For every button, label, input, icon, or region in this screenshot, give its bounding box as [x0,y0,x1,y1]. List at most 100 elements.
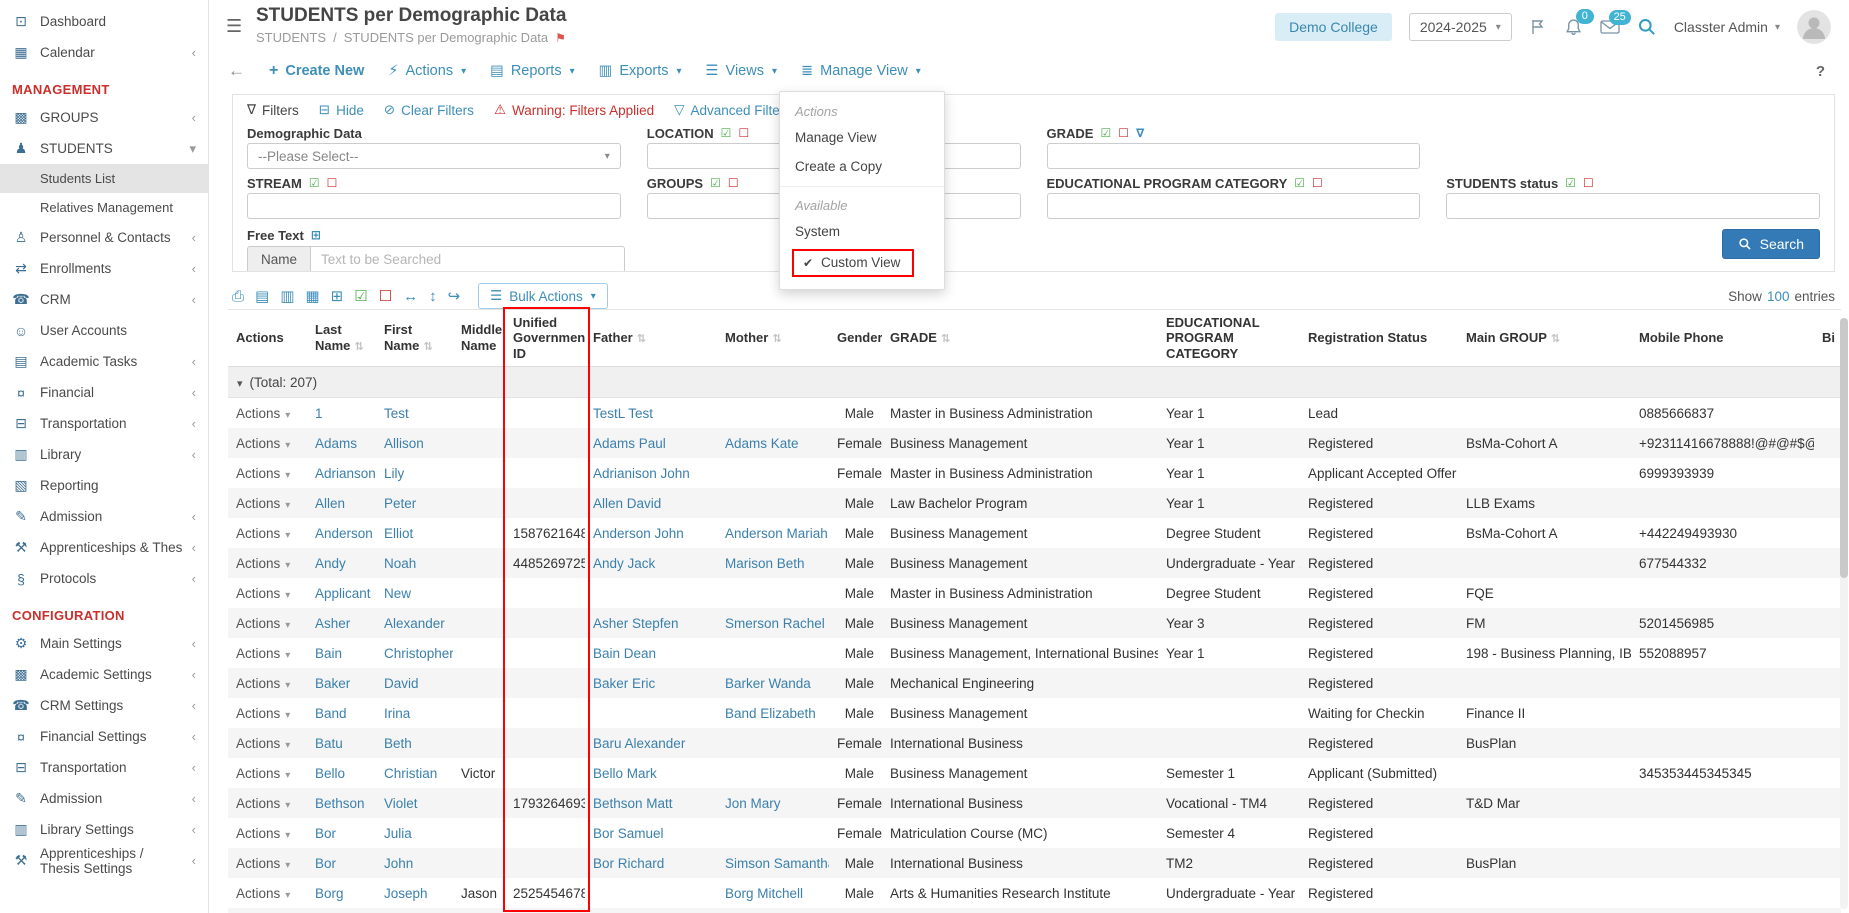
row-actions-button[interactable]: Actions▾ [228,428,307,458]
sidebar-item[interactable]: § Protocols ‹ [0,563,208,594]
row-actions-button[interactable]: Actions▾ [228,548,307,578]
sidebar-item[interactable]: ▧ Reporting [0,470,208,501]
sort-icon[interactable]: ⇅ [637,333,646,345]
column-header[interactable]: Gender⇅ [829,310,882,367]
last-name-link[interactable]: Bor [307,848,376,878]
mother-link[interactable]: Borg Mitchell [717,878,829,908]
mother-link[interactable] [717,818,829,848]
father-link[interactable]: Anderson John [585,518,717,548]
include-filter-icon[interactable]: ☑ [1100,126,1111,140]
select-all-icon[interactable]: ☑ [354,287,367,305]
exclude-filter-icon[interactable]: ☐ [728,176,739,190]
bulk-actions-button[interactable]: ☰ Bulk Actions ▾ [478,283,608,309]
mother-link[interactable]: Simson Samantha [717,848,829,878]
sidebar-item[interactable]: ⚒ Apprenticeships / Thesis Settings ‹ [0,845,208,876]
mother-link[interactable]: Band Elizabeth [717,698,829,728]
export-icon[interactable]: ↪ [448,287,461,305]
column-header[interactable]: EDUCATIONAL PROGRAM CATEGORY⇅ [1158,310,1300,367]
row-actions-button[interactable]: Actions▾ [228,638,307,668]
views-menu-button[interactable]: ☰ Views ▾ [706,63,777,79]
grade-input[interactable] [1047,143,1421,169]
first-name-link[interactable]: John [376,848,453,878]
row-actions-button[interactable]: Actions▾ [228,398,307,429]
sidebar-item[interactable]: ⊡ Dashboard [0,6,208,37]
row-actions-button[interactable]: Actions▾ [228,488,307,518]
father-link[interactable] [585,578,717,608]
fit-icon[interactable]: ↕ [429,288,437,305]
father-link[interactable]: Bain Dean [585,638,717,668]
exclude-filter-icon[interactable]: ☐ [327,176,338,190]
group-total-row[interactable]: ▾(Total: 207) [228,367,1841,398]
sidebar-item[interactable]: ⚒ Apprenticeships & Thesis ‹ [0,532,208,563]
sidebar-item[interactable]: ✎ Admission ‹ [0,783,208,814]
sidebar-item[interactable]: MANAGEMENT [0,68,208,102]
last-name-link[interactable]: Band [307,698,376,728]
first-name-link[interactable]: Allison [376,428,453,458]
column-header[interactable]: Actions⇅ [228,310,307,367]
print-icon[interactable]: ⎙ [232,288,244,305]
column-header[interactable]: Last Name⇅ [307,310,376,367]
expand-icon[interactable]: ↔ [403,288,418,305]
sidebar-item[interactable]: CONFIGURATION [0,594,208,628]
row-actions-button[interactable]: Actions▾ [228,518,307,548]
father-link[interactable]: Baru Alexander [585,728,717,758]
messages-envelope-icon[interactable]: 25 [1600,19,1620,35]
column-header[interactable]: Unified Government ID⇅ [505,310,585,367]
include-filter-icon[interactable]: ☑ [710,176,721,190]
last-name-link[interactable]: Asher [307,608,376,638]
mother-link[interactable]: Marison Beth [717,548,829,578]
row-actions-button[interactable]: Actions▾ [228,578,307,608]
last-name-link[interactable]: Bovin [307,908,376,913]
sidebar-item[interactable]: ▦ Calendar ‹ [0,37,208,68]
last-name-link[interactable]: Bain [307,638,376,668]
mother-link[interactable] [717,578,829,608]
sidebar-item[interactable]: ☎ CRM Settings ‹ [0,690,208,721]
sidebar-item[interactable]: Relatives Management [0,193,208,222]
sidebar-item[interactable]: ⊟ Transportation ‹ [0,408,208,439]
last-name-link[interactable]: Allen [307,488,376,518]
row-actions-button[interactable]: Actions▾ [228,608,307,638]
create-new-button[interactable]: + Create New [269,62,364,80]
free-text-search-input[interactable] [310,246,625,272]
father-link[interactable]: Asher Stepfen [585,608,717,638]
column-header[interactable]: GRADE⇅ [882,310,1158,367]
sort-icon[interactable]: ⇅ [772,333,781,345]
deselect-icon[interactable]: ☐ [379,287,392,305]
first-name-link[interactable]: Peter [376,488,453,518]
exclude-filter-icon[interactable]: ☐ [1118,126,1129,140]
sidebar-item[interactable]: ▩ Academic Settings ‹ [0,659,208,690]
last-name-link[interactable]: Bello [307,758,376,788]
last-name-link[interactable]: Baker [307,668,376,698]
row-actions-button[interactable]: Actions▾ [228,698,307,728]
advanced-filters-link[interactable]: ▽ Advanced Filters [674,102,791,118]
include-filter-icon[interactable]: ☑ [309,176,320,190]
sidebar-item[interactable]: ✎ Admission ‹ [0,501,208,532]
last-name-link[interactable]: Bethson [307,788,376,818]
manage-view-button[interactable]: ≣ Manage View ▾ Actions Manage View Crea… [801,63,921,79]
first-name-link[interactable]: Beth [376,728,453,758]
doc2-icon[interactable]: ▥ [280,287,294,305]
first-name-link[interactable]: Julia [376,818,453,848]
mother-link[interactable] [717,638,829,668]
demographic-data-select[interactable]: --Please Select-- ▾ [247,143,621,169]
flag-icon[interactable] [1529,18,1547,36]
row-actions-button[interactable]: Actions▾ [228,458,307,488]
first-name-link[interactable]: New [376,578,453,608]
father-link[interactable]: TestL Test [585,398,717,429]
row-actions-button[interactable]: Actions▾ [228,788,307,818]
search-button[interactable]: Search [1722,229,1820,259]
exclude-filter-icon[interactable]: ☐ [1312,176,1323,190]
column-header[interactable]: Father⇅ [585,310,717,367]
first-name-link[interactable]: Christian [376,758,453,788]
column-header[interactable]: Mother⇅ [717,310,829,367]
first-name-link[interactable]: Joseph [376,878,453,908]
column-header[interactable]: Bi⇅ [1814,310,1841,367]
father-link[interactable]: Bor Samuel [585,818,717,848]
row-actions-button[interactable]: Actions▾ [228,848,307,878]
menu-item-create-copy[interactable]: Create a Copy [780,152,944,181]
first-name-link[interactable]: Elliot [376,518,453,548]
first-name-link[interactable]: David [376,668,453,698]
help-button[interactable]: ? [1816,63,1825,80]
column-header[interactable]: Main GROUP⇅ [1458,310,1631,367]
last-name-link[interactable]: Adrianson [307,458,376,488]
